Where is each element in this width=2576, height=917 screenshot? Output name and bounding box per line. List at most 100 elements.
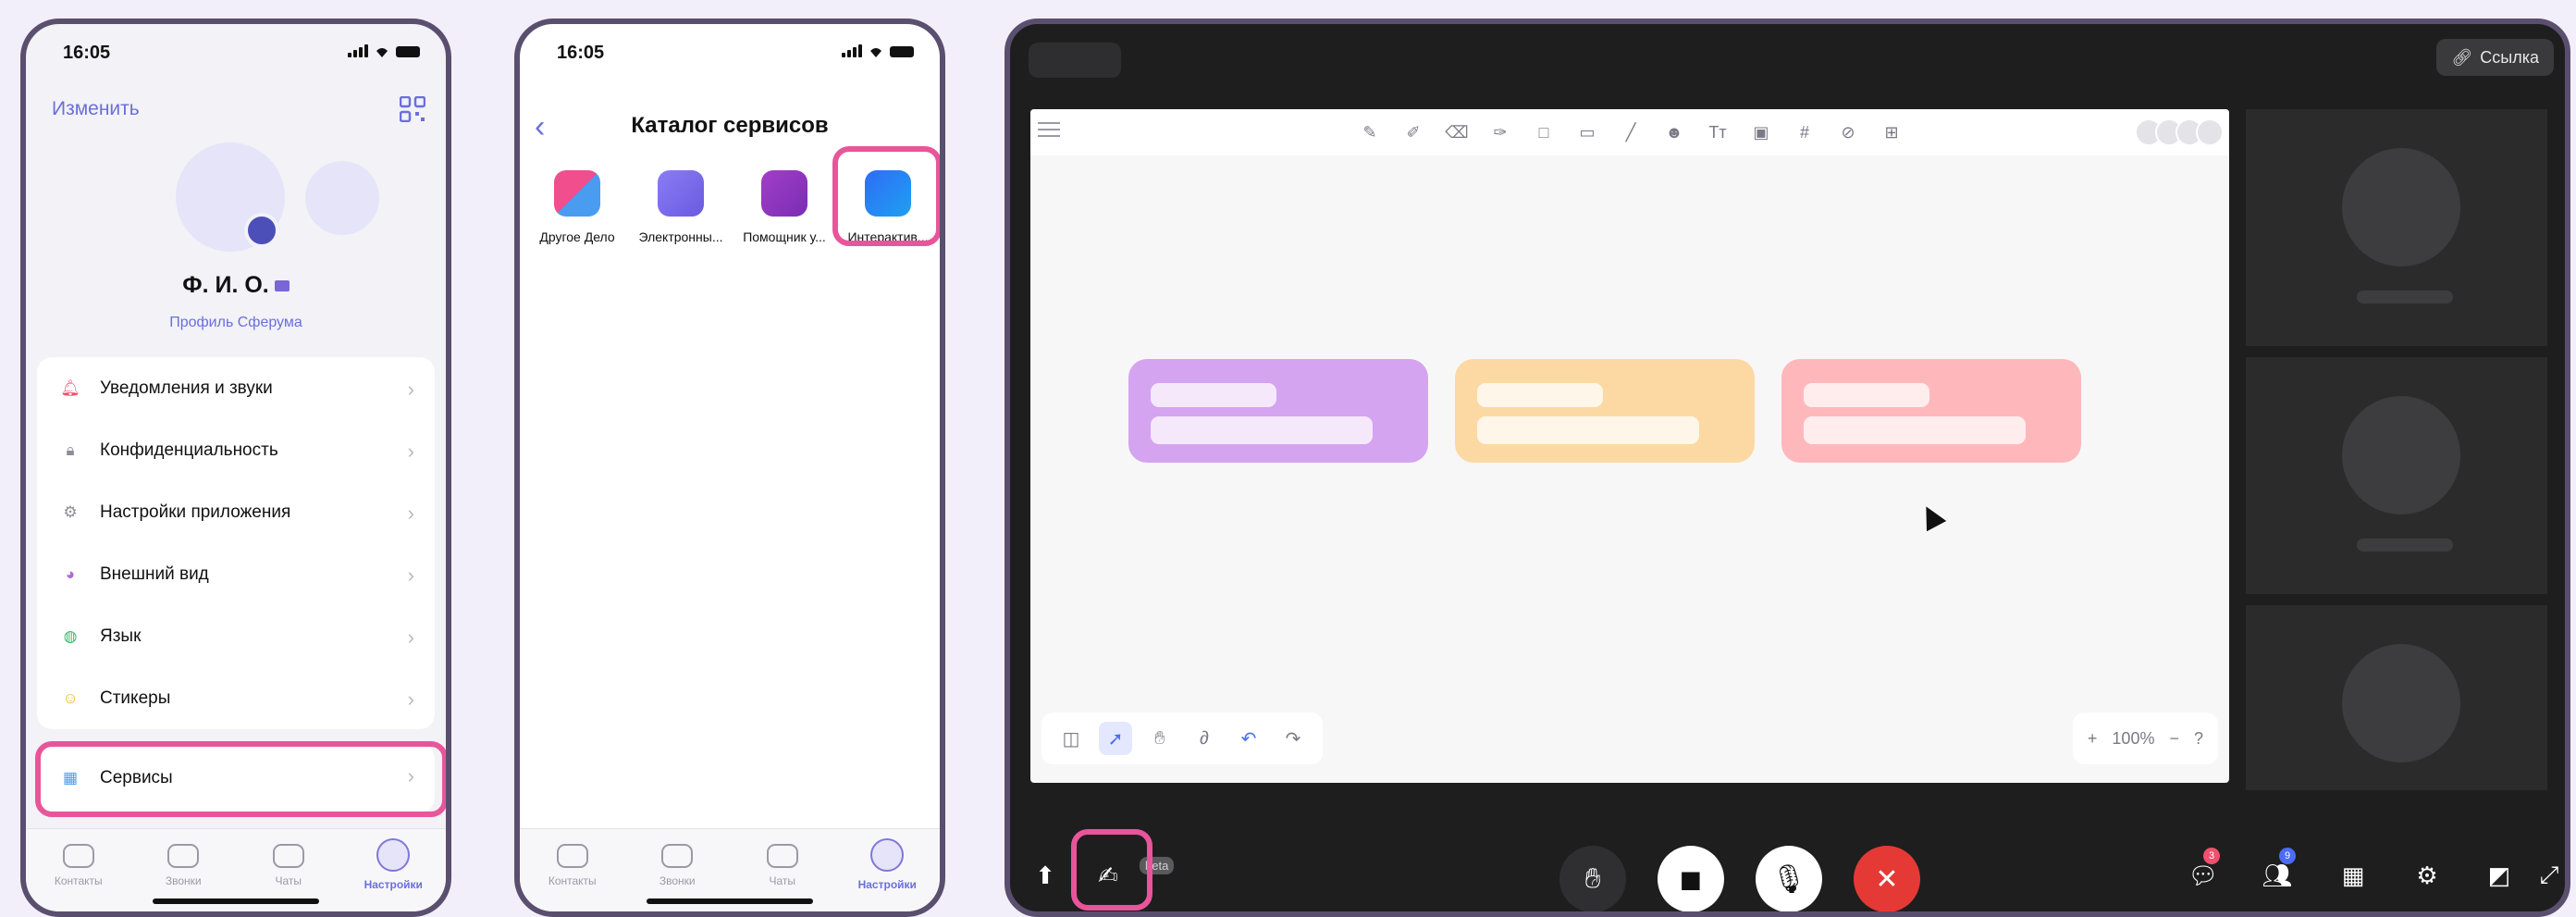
tab-settings[interactable]: Настройки <box>341 829 447 911</box>
grid-frame-icon[interactable]: # <box>1789 117 1820 148</box>
raise-hand-button[interactable]: ✋︎ <box>1559 846 1626 911</box>
gear-icon: ⚙ <box>63 502 78 521</box>
chevron-right-icon: › <box>407 564 414 587</box>
copy-link-button[interactable]: 🔗︎ Ссылка <box>2436 39 2554 76</box>
app-electronic-journal[interactable]: Электронны... <box>629 170 733 244</box>
app-label: Помощник у... <box>743 229 826 244</box>
camera-off-button[interactable]: ◼ <box>1658 846 1724 911</box>
settings-menu: 🔔︎ Уведомления и звуки › 🔒︎ Конфиденциал… <box>37 357 435 729</box>
attachment-icon[interactable]: ⊘ <box>1832 117 1864 148</box>
hamburger-icon[interactable] <box>1038 122 1060 137</box>
select-arrow-icon[interactable]: ➚ <box>1099 722 1132 755</box>
page-title: Каталог сервисов <box>631 113 829 138</box>
settings-gear-icon[interactable]: ⚙ <box>2409 857 2446 894</box>
participant-tile[interactable] <box>2246 109 2547 346</box>
status-bar: 16:05 <box>520 24 940 76</box>
card-line <box>1477 416 1699 444</box>
table-icon[interactable]: ⊞ <box>1876 117 1907 148</box>
highlighter-icon[interactable]: ✑ <box>1485 117 1516 148</box>
menu-item-app-settings[interactable]: ⚙ Настройки приложения › <box>37 481 435 543</box>
edit-profile-link[interactable]: Изменить <box>52 98 140 120</box>
menu-item-label: Конфиденциальность <box>100 440 278 460</box>
participant-tile[interactable] <box>2246 605 2547 790</box>
tab-settings[interactable]: Настройки <box>835 829 941 911</box>
home-indicator <box>153 898 319 904</box>
participant-tile[interactable] <box>2246 357 2547 594</box>
app-drugoe-delo[interactable]: Другое Дело <box>525 170 629 244</box>
battery-icon <box>890 46 914 57</box>
pencil-icon[interactable]: ✎ <box>1354 117 1386 148</box>
end-call-button[interactable]: ✕ <box>1854 846 1920 911</box>
sticky-note-icon[interactable]: ▭ <box>1571 117 1603 148</box>
zoom-in-icon[interactable]: + <box>2088 729 2098 749</box>
sticky-card-pink[interactable] <box>1781 359 2081 463</box>
mic-off-button[interactable]: 🎙︎ <box>1756 846 1822 911</box>
marker-icon[interactable]: ✐ <box>1398 117 1429 148</box>
redo-icon[interactable]: ↷ <box>1276 722 1310 755</box>
zoom-out-icon[interactable]: − <box>2169 729 2179 749</box>
line-icon[interactable]: ╱ <box>1615 117 1646 148</box>
link-button-label: Ссылка <box>2480 47 2539 67</box>
tab-contacts[interactable]: Контакты <box>520 829 625 911</box>
phone-catalog-screen: 16:05 ‹ Каталог сервисов Другое Дело Эле… <box>514 19 945 917</box>
menu-item-privacy[interactable]: 🔒︎ Конфиденциальность › <box>37 419 435 481</box>
card-line <box>1804 383 1929 407</box>
share-screen-icon[interactable]: ⬆ <box>1027 857 1064 894</box>
chevron-right-icon: › <box>407 378 414 401</box>
participant-name-placeholder <box>2357 291 2453 304</box>
menu-item-notifications[interactable]: 🔔︎ Уведомления и звуки › <box>37 357 435 419</box>
qr-code-icon[interactable] <box>400 96 425 122</box>
avatar-status-badge <box>244 213 279 248</box>
settings-avatar-icon <box>870 838 905 872</box>
menu-item-language[interactable]: ◍ Язык › <box>37 605 435 667</box>
undo-icon[interactable]: ↶ <box>1232 722 1265 755</box>
menu-item-appearance[interactable]: ◕ Внешний вид › <box>37 543 435 605</box>
participant-avatar <box>2196 118 2224 146</box>
menu-item-label: Стикеры <box>100 688 171 708</box>
help-icon[interactable]: ? <box>2194 729 2203 749</box>
sticker-icon[interactable]: ☻ <box>1658 117 1690 148</box>
secondary-avatar[interactable] <box>305 161 379 235</box>
bell-icon: 🔔︎ <box>60 378 80 397</box>
system-icons <box>842 44 914 57</box>
app-assistant[interactable]: Помощник у... <box>733 170 836 244</box>
participant-avatar <box>2342 644 2460 762</box>
whiteboard-toolbar: ✎ ✐ ⌫ ✑ □ ▭ ╱ ☻ Tᴛ ▣ # ⊘ ⊞ <box>1030 109 2229 155</box>
sidebar-toggle-icon[interactable]: ◫ <box>1054 722 1088 755</box>
whiteboard[interactable]: ✎ ✐ ⌫ ✑ □ ▭ ╱ ☻ Tᴛ ▣ # ⊘ ⊞ ◫ ➚ ✋︎ ∂ ↶ ↷ … <box>1030 109 2229 783</box>
tab-label: Чаты <box>769 874 796 887</box>
sferum-profile-link[interactable]: Профиль Сферума <box>26 315 446 331</box>
phone-icon <box>661 844 694 868</box>
chevron-right-icon: › <box>407 502 414 525</box>
chat-icon <box>272 844 304 868</box>
menu-item-stickers[interactable]: ☺ Стикеры › <box>37 667 435 729</box>
window-mode-icon[interactable]: ◩ <box>2481 857 2518 894</box>
card-line <box>1151 383 1276 407</box>
eraser-icon[interactable]: ⌫ <box>1441 117 1473 148</box>
drawing-tools: ✎ ✐ ⌫ ✑ □ ▭ ╱ ☻ Tᴛ ▣ # ⊘ ⊞ <box>1354 117 1907 148</box>
tab-contacts[interactable]: Контакты <box>26 829 131 911</box>
hand-pan-icon[interactable]: ✋︎ <box>1143 722 1177 755</box>
sticky-card-purple[interactable] <box>1128 359 1428 463</box>
fullscreen-icon[interactable]: ⤢ <box>2531 857 2565 894</box>
signal-icon <box>842 44 862 57</box>
tab-label: Настройки <box>364 878 423 891</box>
tab-bar: Контакты Звонки Чаты Настройки <box>520 828 940 911</box>
text-icon[interactable]: Tᴛ <box>1702 117 1733 148</box>
lasso-icon[interactable]: ∂ <box>1188 722 1221 755</box>
participant-name-placeholder <box>2357 539 2453 551</box>
rectangle-icon[interactable]: □ <box>1528 117 1559 148</box>
menu-item-label: Внешний вид <box>100 564 209 584</box>
image-icon[interactable]: ▣ <box>1745 117 1777 148</box>
palette-icon: ◕ <box>65 564 76 583</box>
services-highlight <box>35 741 446 817</box>
link-icon: 🔗︎ <box>2451 47 2473 67</box>
layout-grid-icon[interactable]: ▦ <box>2335 857 2372 894</box>
phone-profile-screen: 16:05 Изменить Ф. И. О. Профиль Сферума … <box>20 19 451 917</box>
chevron-right-icon: › <box>407 440 414 463</box>
sticky-card-orange[interactable] <box>1455 359 1755 463</box>
board-participants <box>2135 118 2224 146</box>
drugoe-delo-icon <box>554 170 600 217</box>
home-indicator <box>647 898 813 904</box>
assistant-icon <box>761 170 807 217</box>
